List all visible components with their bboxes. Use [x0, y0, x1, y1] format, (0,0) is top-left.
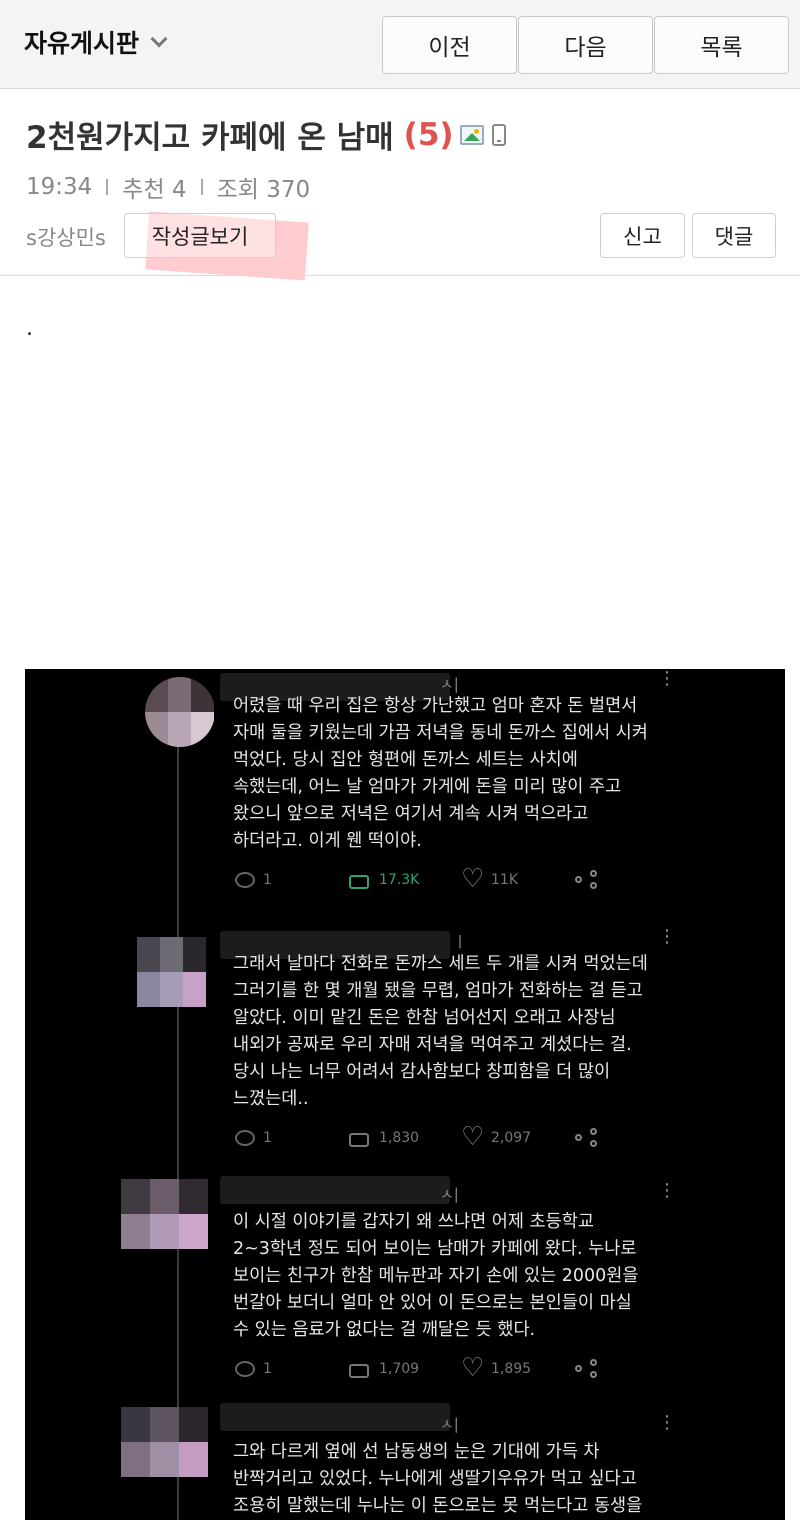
share-action: [575, 1359, 597, 1379]
username-fragment: ㅅ|: [440, 675, 459, 693]
avatar: [121, 1179, 209, 1249]
share-action: [575, 870, 597, 890]
like-count: 1,895: [491, 1361, 532, 1377]
board-selector[interactable]: 자유게시판: [24, 24, 168, 60]
reply-action: 1: [235, 872, 347, 888]
tweet-actions: 1 1,830 2,097: [235, 1122, 597, 1152]
like-action: 1,895: [461, 1353, 575, 1383]
next-button[interactable]: 다음: [518, 16, 653, 74]
retweet-count: 1,830: [379, 1130, 420, 1146]
heart-icon: [461, 1353, 484, 1383]
share-icon: [575, 1359, 597, 1379]
retweet-icon: [347, 1130, 371, 1147]
username-fragment: ㅅ|: [440, 1185, 459, 1203]
username-fragment: ㅣ: [453, 933, 467, 951]
post-title: 2천원가지고 카페에 온 남매: [26, 120, 394, 156]
blurred-username: [220, 1176, 450, 1204]
retweet-count: 1,709: [379, 1361, 420, 1377]
post-time: 19:34: [26, 174, 93, 200]
tweet-actions: 1 1,709 1,895: [235, 1353, 597, 1383]
image-attachment-icon: [459, 124, 484, 145]
chevron-down-icon: [150, 30, 168, 48]
more-icon: ⋮: [658, 926, 676, 947]
heart-icon: [461, 1122, 484, 1152]
list-button[interactable]: 목록: [654, 16, 789, 74]
board-title: 자유게시판: [24, 29, 140, 58]
comment-button[interactable]: 댓글: [692, 213, 776, 258]
like-count: 2,097: [491, 1130, 532, 1146]
header-divider: [0, 275, 800, 276]
like-action: 11K: [461, 864, 575, 894]
username-fragment: ㅅ|: [440, 1415, 459, 1433]
embedded-screenshot: ㅅ| ⋮ 어렸을 때 우리 집은 항상 가난했고 엄마 혼자 돈 벌면서 자매 …: [25, 669, 785, 1520]
top-bar: 자유게시판 이전 다음 목록: [0, 0, 800, 89]
avatar: [145, 677, 215, 747]
reply-icon: [235, 872, 255, 888]
post-body-text: .: [26, 316, 33, 341]
tweet-text: 그래서 날마다 전화로 돈까스 세트 두 개를 시켜 먹었는데 그러기를 한 몇…: [233, 954, 648, 1109]
retweet-action: 1,709: [347, 1361, 461, 1378]
mobile-icon: [491, 123, 506, 146]
tweet-actions: 1 17.3K 11K: [235, 864, 597, 894]
more-icon: ⋮: [658, 1180, 676, 1201]
heart-icon: [461, 864, 484, 894]
share-icon: [575, 1128, 597, 1148]
more-icon: ⋮: [658, 1412, 676, 1433]
tweet-text: 이 시절 이야기를 갑자기 왜 쓰냐면 어제 초등학교 2~3학년 정도 되어 …: [233, 1212, 639, 1340]
author-posts-button[interactable]: 작성글보기: [124, 213, 276, 258]
report-button[interactable]: 신고: [600, 213, 685, 258]
post-meta: 19:34 추천 4 조회 370: [26, 170, 310, 204]
reply-action: 1: [235, 1361, 347, 1377]
retweet-icon: [347, 1361, 371, 1378]
meta-separator: [106, 179, 109, 195]
retweet-count: 17.3K: [379, 872, 420, 888]
reply-icon: [235, 1130, 255, 1146]
reply-count: 1: [263, 1361, 272, 1377]
avatar: [137, 937, 207, 1007]
blurred-username: [220, 1403, 450, 1431]
like-count: 11K: [491, 872, 518, 888]
reply-count: 1: [263, 872, 272, 888]
reply-icon: [235, 1361, 255, 1377]
like-action: 2,097: [461, 1122, 575, 1152]
thread-line: [177, 729, 179, 1520]
prev-button[interactable]: 이전: [382, 16, 517, 74]
retweet-action: 1,830: [347, 1130, 461, 1147]
tweet-text: 그와 다르게 옆에 선 남동생의 눈은 기대에 가득 차 반짝거리고 있었다. …: [233, 1442, 643, 1516]
avatar: [121, 1407, 209, 1477]
post-views: 조회 370: [216, 177, 311, 203]
share-icon: [575, 870, 597, 890]
meta-separator: [200, 179, 203, 195]
retweet-action: 17.3K: [347, 872, 461, 889]
more-icon: ⋮: [658, 669, 676, 689]
share-action: [575, 1128, 597, 1148]
author-name[interactable]: s강상민s: [26, 222, 106, 252]
reply-count: 1: [263, 1130, 272, 1146]
post-title-row: 2천원가지고 카페에 온 남매 (5): [26, 112, 506, 157]
comment-count[interactable]: (5): [404, 117, 454, 153]
retweet-icon: [347, 872, 371, 889]
post-recommend: 추천 4: [122, 177, 187, 203]
tweet-text: 어렸을 때 우리 집은 항상 가난했고 엄마 혼자 돈 벌면서 자매 둘을 키웠…: [233, 696, 648, 851]
reply-action: 1: [235, 1130, 347, 1146]
